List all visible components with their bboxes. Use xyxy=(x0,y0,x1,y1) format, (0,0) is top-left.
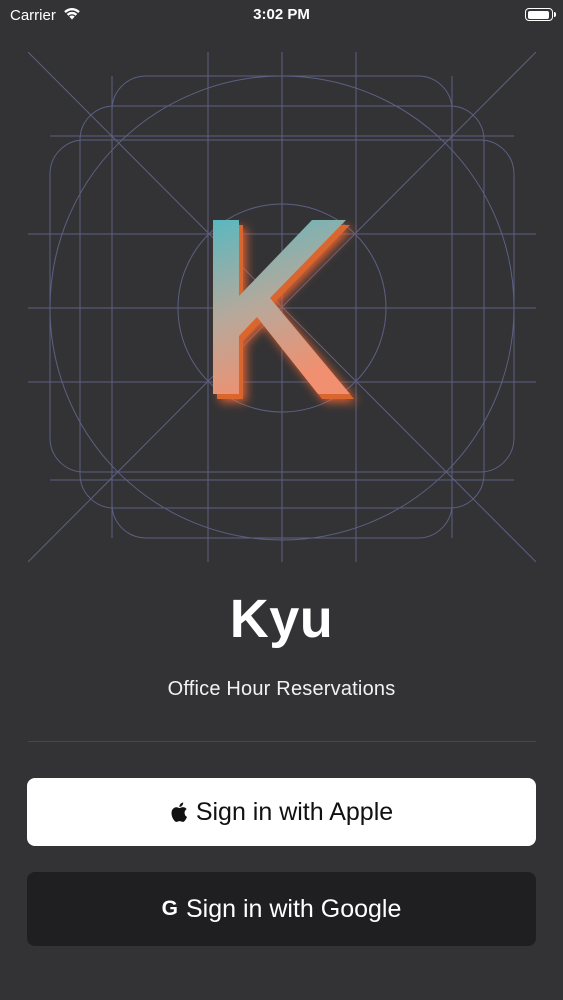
apple-icon xyxy=(170,801,188,823)
apple-button-label: Sign in with Apple xyxy=(195,797,394,826)
app-subtitle: Office Hour Reservations xyxy=(167,678,396,700)
logo-letter-k xyxy=(213,220,357,402)
google-button-label: Sign in with Google xyxy=(185,894,402,923)
battery-fill xyxy=(527,10,549,19)
status-bar: Carrier 3:02 PM xyxy=(0,0,563,30)
sign-in-with-apple-button[interactable]: Sign in with Apple xyxy=(27,778,536,846)
logo-grid xyxy=(28,52,536,562)
google-g-icon: G xyxy=(161,897,178,920)
app-logo xyxy=(28,52,536,562)
sign-in-with-google-button[interactable]: G Sign in with Google xyxy=(27,872,536,946)
status-time: 3:02 PM xyxy=(253,6,310,23)
app-title: Kyu xyxy=(229,589,334,649)
divider xyxy=(28,741,536,742)
battery-icon xyxy=(525,8,556,21)
sign-in-screen: Carrier 3:02 PM Kyu Office Hour Reservat… xyxy=(0,0,563,1000)
